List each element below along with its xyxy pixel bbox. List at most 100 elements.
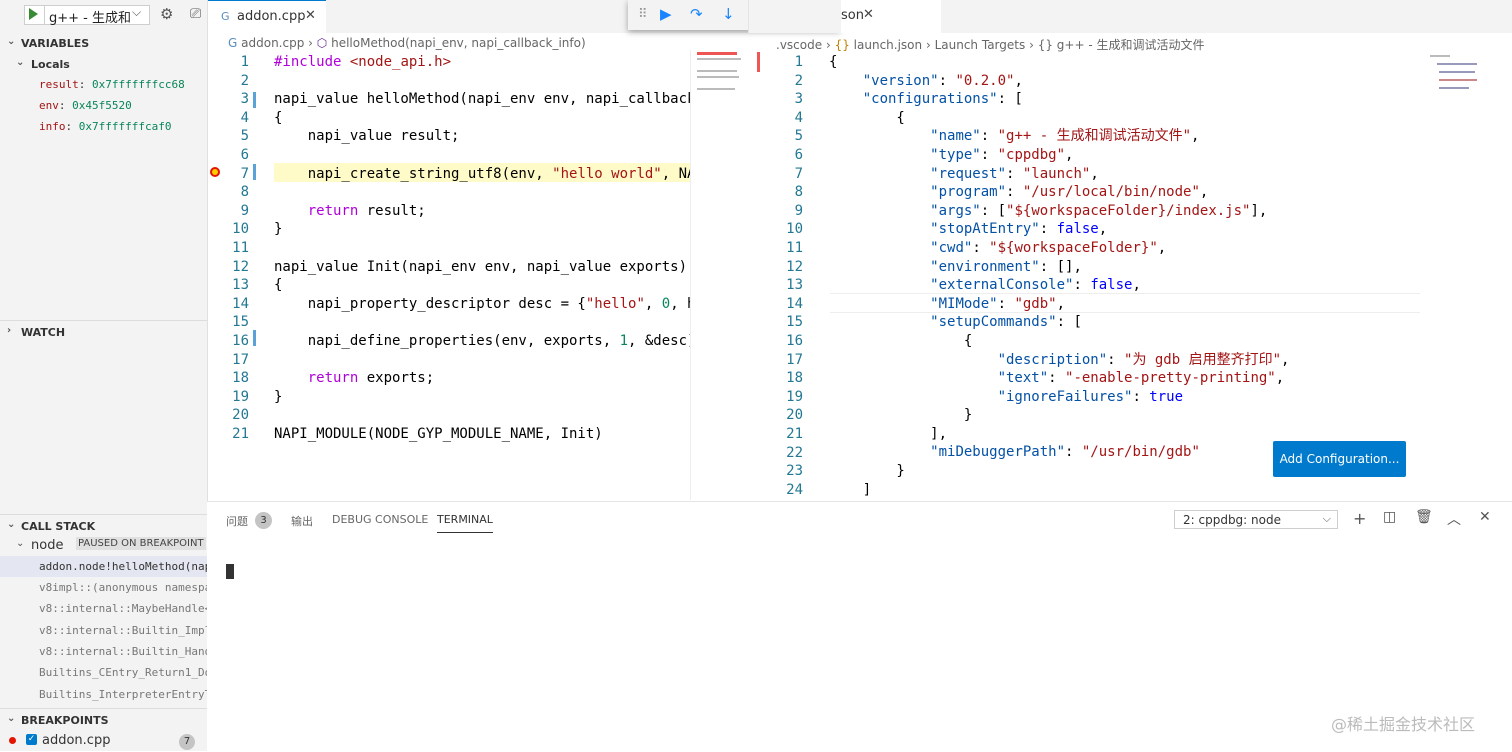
stack-frame[interactable]: v8::internal::MaybeHandle<v: [0, 598, 207, 619]
step-into-icon[interactable]: ↓: [722, 5, 735, 23]
tab-problems[interactable]: 问题: [226, 513, 248, 529]
code-line[interactable]: [274, 72, 704, 91]
code-line[interactable]: [274, 239, 704, 258]
code-line[interactable]: "name": "g++ - 生成和调试活动文件",: [829, 127, 1289, 146]
plus-icon[interactable]: +: [1353, 509, 1366, 528]
code-line[interactable]: [274, 406, 704, 425]
close-icon[interactable]: ✕: [863, 7, 874, 22]
tab-launch-json[interactable]: son ✕: [841, 0, 941, 33]
terminal-select[interactable]: 2: cppdbg: node ⌵: [1174, 510, 1338, 529]
breadcrumb-file[interactable]: addon.cpp: [241, 36, 304, 50]
minimap[interactable]: [690, 50, 760, 500]
breakpoints-header[interactable]: ⌄ BREAKPOINTS: [0, 710, 207, 730]
code-line[interactable]: "environment": [],: [829, 258, 1289, 277]
close-icon[interactable]: ✕: [305, 8, 316, 23]
code-line[interactable]: return result;: [274, 202, 704, 221]
thread-item[interactable]: ⌄ node PAUSED ON BREAKPOINT: [0, 535, 207, 556]
code-line[interactable]: {: [274, 109, 704, 128]
chevron-down-icon[interactable]: ⌵: [132, 5, 141, 20]
code-line[interactable]: "description": "为 gdb 启用整齐打印",: [829, 351, 1290, 370]
breadcrumb-item[interactable]: g++ - 生成和调试活动文件: [1057, 38, 1205, 52]
code-line[interactable]: [274, 313, 704, 332]
drag-handle-icon[interactable]: ⠿: [638, 7, 648, 22]
code-line[interactable]: }: [829, 462, 1289, 481]
continue-icon[interactable]: ▶: [660, 5, 672, 23]
code-line[interactable]: napi_value Init(napi_env env, napi_value…: [274, 258, 704, 277]
terminal-cursor[interactable]: [226, 564, 234, 579]
tab-terminal[interactable]: TERMINAL: [437, 513, 493, 533]
tab-output[interactable]: 输出: [291, 513, 313, 529]
code-line[interactable]: "request": "launch",: [829, 165, 1289, 184]
stack-frame[interactable]: v8impl::(anonymous namespac: [0, 577, 207, 598]
stack-frame[interactable]: v8::internal::Builtin_Handl: [0, 641, 207, 662]
code-line[interactable]: "configurations": [: [829, 90, 1289, 109]
code-line[interactable]: "stopAtEntry": false,: [829, 220, 1289, 239]
stack-frame[interactable]: Builtins_CEntry_Return1_Dor: [0, 662, 207, 683]
stack-frame[interactable]: addon.node!helloMethod(napi: [0, 556, 207, 577]
tab-addon-cpp[interactable]: G addon.cpp ✕: [208, 0, 326, 33]
code-line[interactable]: return exports;: [274, 369, 704, 388]
code-line[interactable]: }: [274, 388, 704, 407]
variable-item[interactable]: info: 0x7fffffffcaf0: [39, 120, 171, 133]
code-editor-left[interactable]: #include <node_api.h> napi_value helloMe…: [274, 53, 704, 443]
code-line[interactable]: NAPI_MODULE(NODE_GYP_MODULE_NAME, Init): [274, 425, 704, 444]
variable-item[interactable]: env: 0x45f5520: [39, 99, 132, 112]
tab-debug-console[interactable]: DEBUG CONSOLE: [332, 513, 428, 526]
stack-frame-label: Builtins_InterpreterEntryTr: [39, 688, 207, 701]
code-line[interactable]: {: [274, 276, 704, 295]
code-line[interactable]: "args": ["${workspaceFolder}/index.js"],: [829, 202, 1289, 221]
code-line[interactable]: napi_value result;: [274, 127, 704, 146]
watch-header[interactable]: › WATCH: [0, 322, 207, 342]
code-line[interactable]: "text": "-enable-pretty-printing",: [829, 369, 1289, 388]
code-line[interactable]: "MIMode": "gdb",: [829, 295, 1289, 314]
code-line[interactable]: napi_create_string_utf8(env, "hello worl…: [274, 165, 704, 184]
stack-frame[interactable]: Builtins_InterpreterEntryTr: [0, 684, 207, 705]
stack-frame-label: v8::internal::Builtin_Handl: [39, 645, 207, 658]
code-line[interactable]: {: [829, 53, 1289, 72]
code-line[interactable]: "setupCommands": [: [829, 313, 1289, 332]
breadcrumb-symbol[interactable]: helloMethod(napi_env, napi_callback_info…: [331, 36, 586, 50]
debug-console-icon[interactable]: ⎚: [190, 6, 201, 22]
split-terminal-icon[interactable]: ◫: [1383, 509, 1396, 525]
variables-header[interactable]: ⌄ VARIABLES: [0, 33, 207, 53]
step-over-icon[interactable]: ↷: [690, 5, 703, 23]
minimap-line: [1430, 55, 1450, 57]
code-editor-right[interactable]: { "version": "0.2.0", "configurations": …: [829, 53, 1289, 518]
breadcrumb-item[interactable]: Launch Targets: [935, 38, 1026, 52]
code-line[interactable]: ]: [829, 481, 1289, 500]
code-line[interactable]: {: [829, 332, 1289, 351]
trash-icon[interactable]: 🗑: [1415, 509, 1433, 525]
gear-icon[interactable]: ⚙: [160, 5, 173, 23]
code-line[interactable]: "ignoreFailures": true: [829, 388, 1289, 407]
play-icon[interactable]: [29, 8, 38, 20]
checkbox-icon[interactable]: ✓: [26, 734, 37, 745]
code-line[interactable]: ],: [829, 425, 1289, 444]
stack-frame[interactable]: v8::internal::Builtin_Impl_: [0, 620, 207, 641]
code-line[interactable]: "program": "/usr/local/bin/node",: [829, 183, 1289, 202]
breadcrumb-item[interactable]: launch.json: [854, 38, 922, 52]
code-line[interactable]: }: [274, 220, 704, 239]
callstack-header[interactable]: ⌄ CALL STACK: [0, 516, 207, 536]
breakpoint-item[interactable]: ✓ addon.cpp 7: [0, 731, 207, 751]
code-line[interactable]: [274, 146, 704, 165]
code-line[interactable]: napi_property_descriptor desc = {"hello"…: [274, 295, 704, 314]
code-line[interactable]: }: [829, 406, 1289, 425]
code-line[interactable]: "externalConsole": false,: [829, 276, 1289, 295]
add-configuration-button[interactable]: Add Configuration...: [1273, 441, 1406, 477]
code-line[interactable]: #include <node_api.h>: [274, 53, 704, 72]
variable-item[interactable]: result: 0x7fffffffcc68: [39, 78, 185, 91]
code-line[interactable]: [274, 351, 704, 370]
locals-scope[interactable]: ⌄ Locals: [0, 54, 207, 74]
breadcrumb-item[interactable]: .vscode: [776, 38, 822, 52]
code-line[interactable]: napi_value helloMethod(napi_env env, nap…: [274, 90, 704, 109]
code-line[interactable]: {: [829, 109, 1289, 128]
code-line[interactable]: "miDebuggerPath": "/usr/bin/gdb": [829, 443, 1289, 462]
code-line[interactable]: napi_define_properties(env, exports, 1, …: [274, 332, 704, 351]
code-line[interactable]: "type": "cppdbg",: [829, 146, 1289, 165]
close-panel-icon[interactable]: ✕: [1479, 509, 1491, 525]
code-line[interactable]: "cwd": "${workspaceFolder}",: [829, 239, 1289, 258]
chevron-up-icon[interactable]: ︿: [1447, 509, 1461, 529]
code-line[interactable]: [274, 183, 704, 202]
minimap[interactable]: [1425, 53, 1499, 103]
code-line[interactable]: "version": "0.2.0",: [829, 72, 1289, 91]
